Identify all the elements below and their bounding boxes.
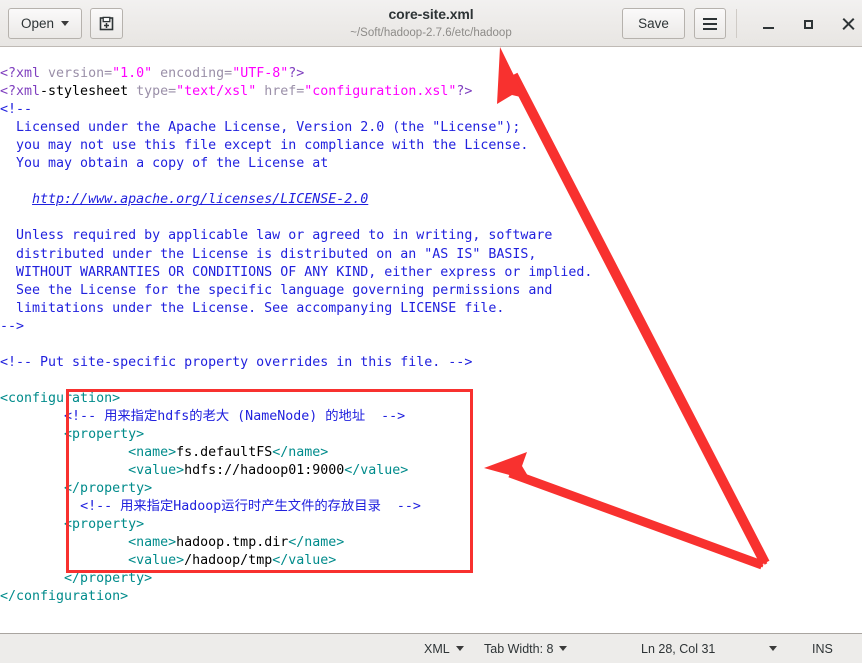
chevron-down-icon [455,646,464,651]
code-line: <!-- Put site-specific property override… [0,354,473,370]
code-line: <!-- 用来指定Hadoop运行时产生文件的存放目录 --> [80,499,421,515]
gedit-window: Open core-site.xml ~/Soft/hadoop-2.7.6/e… [0,0,862,663]
menu-button[interactable] [694,8,726,39]
open-button-label: Open [20,16,55,31]
code-line: </property> [64,481,153,497]
maximize-icon [803,19,813,29]
maximize-button[interactable] [794,10,822,38]
code-line: Licensed under the Apache License, Versi… [0,120,521,136]
code-line: <!-- 用来指定hdfs的老大 (NameNode) 的地址 --> [64,408,406,424]
close-icon [842,18,855,31]
tab-width-selector[interactable]: Tab Width: 8 [484,641,568,656]
code-line: </property> [64,571,153,587]
insert-mode-indicator[interactable]: INS [812,642,833,656]
code-line: WITHOUT WARRANTIES OR CONDITIONS OF ANY … [0,264,593,280]
code-line: <!-- [0,102,33,118]
code-line: you may not use this file except in comp… [0,138,529,154]
license-link[interactable]: http://www.apache.org/licenses/LICENSE-2… [32,192,368,207]
tab-width-label: Tab Width: 8 [484,641,554,656]
chevron-down-icon [61,21,70,26]
code-line: <?xml version="1.0" encoding="UTF-8"?> [0,66,305,82]
code-line: <property> [64,426,145,442]
header-divider [736,9,737,38]
minimize-icon [762,26,774,29]
code-line: Unless required by applicable law or agr… [0,228,553,244]
code-line: --> [0,318,25,334]
code-line: <value>/hadoop/tmp</value> [128,553,337,569]
chevron-down-icon [559,646,568,651]
save-button[interactable]: Save [622,8,685,39]
open-button[interactable]: Open [8,8,82,39]
code-line: <name>fs.defaultFS</name> [128,445,329,461]
code-line: See the License for the specific languag… [0,282,553,298]
code-line: <property> [64,517,145,533]
new-document-button[interactable] [90,8,123,39]
text-editor-area[interactable]: <?xml version="1.0" encoding="UTF-8"?> <?… [0,47,862,633]
code-line: <?xml-stylesheet type="text/xsl" href="c… [0,84,473,100]
code-line: <name>hadoop.tmp.dir</name> [128,535,345,551]
language-label: XML [424,641,450,656]
window-subtitle-path: ~/Soft/hadoop-2.7.6/etc/hadoop [350,27,512,39]
code-line: <value>hdfs://hadoop01:9000</value> [128,463,409,479]
hamburger-menu-icon [703,17,717,30]
close-button[interactable] [834,10,862,38]
language-selector[interactable]: XML [424,642,464,656]
window-title: core-site.xml [388,6,474,22]
source-code[interactable]: <?xml version="1.0" encoding="UTF-8"?> <?… [0,47,592,633]
cursor-position-label: Ln 28, Col 31 [641,641,716,656]
cursor-position-dropdown[interactable] [769,646,777,651]
code-line: distributed under the License is distrib… [0,246,537,262]
cursor-position: Ln 28, Col 31 [641,642,715,656]
code-line: http://www.apache.org/licenses/LICENSE-2… [0,191,592,209]
title-container: core-site.xml ~/Soft/hadoop-2.7.6/etc/ha… [0,4,862,41]
code-line: </configuration> [0,589,129,605]
new-document-icon [99,16,114,31]
chevron-down-icon [769,646,777,651]
insert-mode-label: INS [812,641,833,656]
code-line: <configuration> [0,390,121,406]
minimize-button[interactable] [754,10,782,38]
code-line: limitations under the License. See accom… [0,300,505,316]
save-button-label: Save [638,16,669,31]
code-line: You may obtain a copy of the License at [0,156,329,172]
status-bar: XML Tab Width: 8 Ln 28, Col 31 INS [0,633,862,663]
header-bar: Open core-site.xml ~/Soft/hadoop-2.7.6/e… [0,0,862,47]
